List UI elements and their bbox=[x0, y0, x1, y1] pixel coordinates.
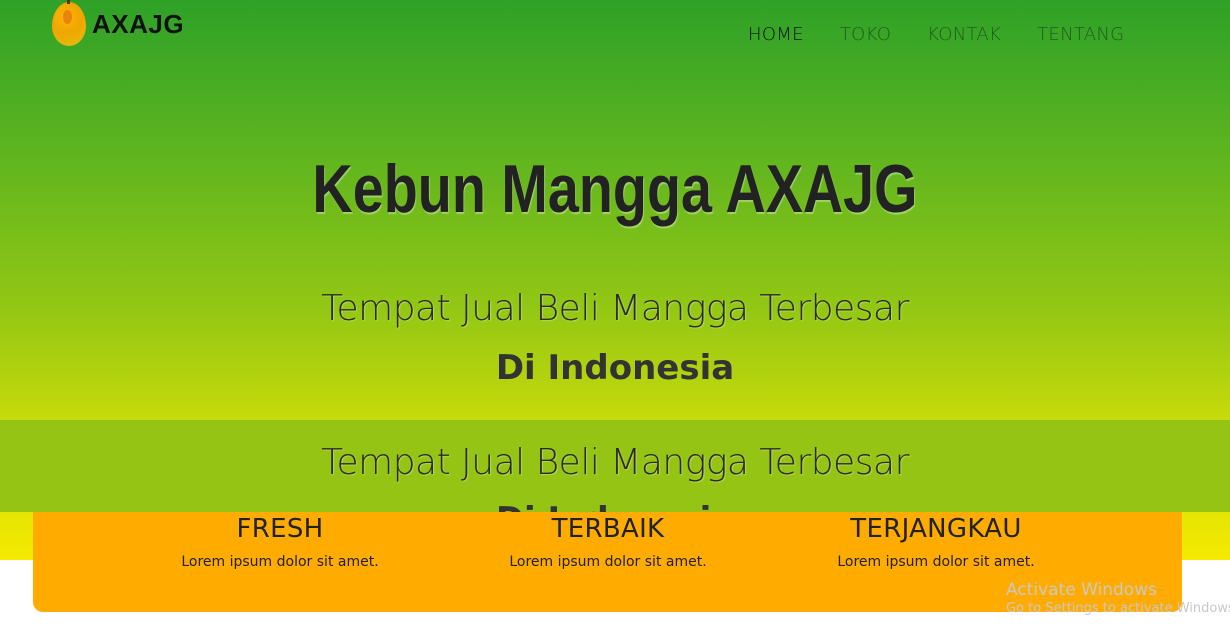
feature-terbaik: TERBAIK Lorem ipsum dolor sit amet. bbox=[448, 512, 768, 570]
watermark-title: Activate Windows bbox=[1006, 580, 1157, 600]
hero-title: Kebun Mangga AXAJG bbox=[312, 151, 918, 227]
activate-windows-watermark: Activate Windows Go to Settings to activ… bbox=[1006, 580, 1230, 616]
feature-title: TERJANGKAU bbox=[850, 514, 1022, 544]
nav-home-link[interactable]: HOME bbox=[748, 24, 804, 45]
brand-name: AXAJG bbox=[92, 8, 185, 39]
main-nav: HOME TOKO KONTAK TENTANG bbox=[748, 24, 1160, 45]
watermark-subtitle: Go to Settings to activate Windows. bbox=[1006, 601, 1230, 616]
hero-subtitle-strong: Di Indonesia bbox=[495, 348, 735, 388]
nav-tentang-link[interactable]: TENTANG bbox=[1037, 24, 1124, 45]
feature-desc: Lorem ipsum dolor sit amet. bbox=[837, 554, 1035, 570]
nav-kontak-link[interactable]: KONTAK bbox=[927, 24, 1001, 45]
feature-desc: Lorem ipsum dolor sit amet. bbox=[509, 554, 707, 570]
feature-terjangkau: TERJANGKAU Lorem ipsum dolor sit amet. bbox=[776, 512, 1096, 570]
feature-title: FRESH bbox=[236, 514, 324, 544]
feature-title: TERBAIK bbox=[551, 514, 665, 544]
feature-desc: Lorem ipsum dolor sit amet. bbox=[181, 554, 379, 570]
mango-icon bbox=[52, 0, 86, 46]
hero-subtitle: Tempat Jual Beli Mangga Terbesar bbox=[321, 288, 909, 329]
brand-logo[interactable]: AXAJG bbox=[52, 0, 185, 46]
nav-toko-link[interactable]: TOKO bbox=[840, 24, 891, 45]
hero-subtitle-strong-duplicate: Di Indonesia bbox=[0, 500, 1230, 512]
hero-subtitle-duplicate: Tempat Jual Beli Mangga Terbesar bbox=[321, 442, 909, 483]
feature-fresh: FRESH Lorem ipsum dolor sit amet. bbox=[120, 512, 440, 570]
